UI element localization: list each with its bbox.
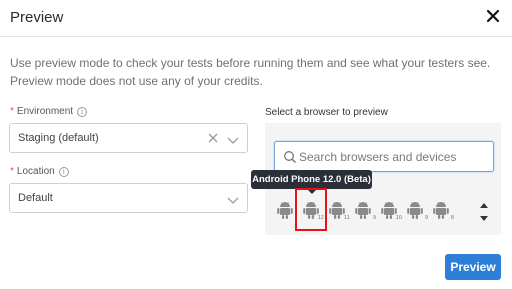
search-icon: [283, 150, 297, 164]
environment-value: Staging (default): [18, 132, 99, 144]
preview-button[interactable]: Preview: [445, 254, 501, 280]
chevron-down-icon[interactable]: [227, 133, 239, 145]
browser-selector-label: Select a browser to preview: [265, 107, 388, 118]
device-version: 9: [424, 215, 428, 221]
location-select[interactable]: Default: [9, 183, 248, 213]
dialog-description: Use preview mode to check your tests bef…: [10, 56, 491, 88]
dialog-title: Preview: [10, 9, 64, 26]
device-version: 10: [395, 215, 402, 221]
info-icon[interactable]: i: [58, 167, 69, 177]
android-icon[interactable]: 8: [432, 200, 454, 222]
close-icon[interactable]: [485, 7, 501, 25]
location-label-text: Location: [16, 166, 55, 177]
dialog-header: Preview: [0, 0, 512, 37]
selected-device-highlight: [295, 188, 327, 231]
required-mark: *: [10, 106, 14, 117]
scroll-down-arrow[interactable]: [480, 216, 488, 221]
browser-search-input[interactable]: [299, 147, 489, 167]
info-icon[interactable]: i: [77, 107, 88, 117]
device-version: 11: [343, 215, 350, 221]
required-mark: *: [10, 166, 14, 177]
location-value: Default: [18, 192, 53, 204]
environment-label: * Environment i: [10, 106, 88, 117]
location-label: * Location i: [10, 166, 69, 177]
chevron-down-icon[interactable]: [227, 193, 239, 205]
device-version: 9: [372, 215, 376, 221]
scroll-up-arrow[interactable]: [480, 203, 488, 208]
browser-search-box[interactable]: [274, 141, 494, 172]
device-version: 8: [450, 215, 454, 221]
environment-select[interactable]: Staging (default): [9, 123, 248, 153]
clear-icon[interactable]: [207, 131, 219, 145]
environment-label-text: Environment: [16, 106, 74, 117]
android-icon[interactable]: 9: [406, 200, 428, 222]
android-icon[interactable]: 9: [354, 200, 376, 222]
device-tooltip: Android Phone 12.0 (Beta): [251, 170, 372, 189]
android-icon[interactable]: 11: [328, 200, 350, 222]
android-icon[interactable]: 10: [380, 200, 402, 222]
